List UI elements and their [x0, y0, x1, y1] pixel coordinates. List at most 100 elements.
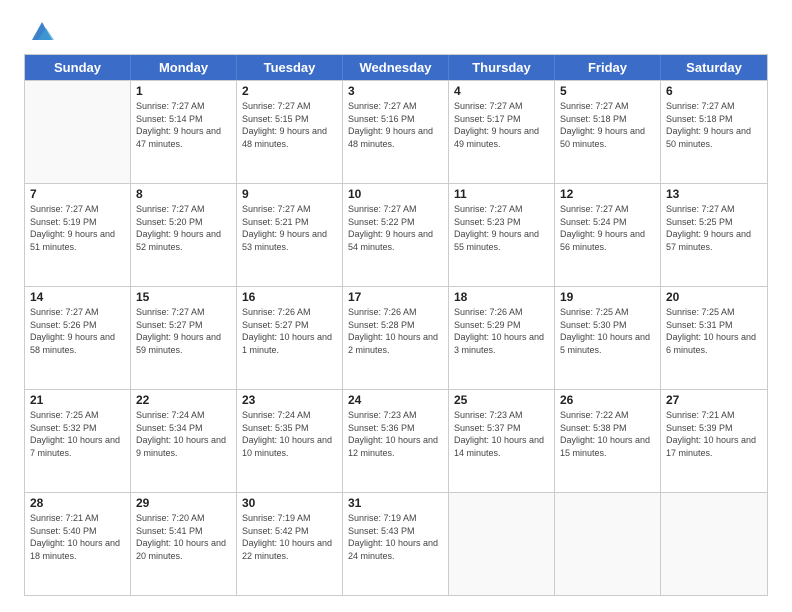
day-number: 5 [560, 84, 655, 98]
calendar-cell: 17Sunrise: 7:26 AMSunset: 5:28 PMDayligh… [343, 287, 449, 389]
day-info: Sunrise: 7:19 AMSunset: 5:42 PMDaylight:… [242, 512, 337, 562]
calendar-cell: 27 Sunrise: 7:21 AMSunset: 5:39 PMDayligh… [661, 390, 767, 492]
day-number: 19 [560, 290, 655, 304]
calendar-header: SundayMondayTuesdayWednesdayThursdayFrid… [25, 55, 767, 80]
calendar-cell: 15 Sunrise: 7:27 AMSunset: 5:27 PMDayligh… [131, 287, 237, 389]
day-number: 7 [30, 187, 125, 201]
calendar-cell: 20Sunrise: 7:25 AMSunset: 5:31 PMDayligh… [661, 287, 767, 389]
calendar-cell: 16 Sunrise: 7:26 AMSunset: 5:27 PMDayligh… [237, 287, 343, 389]
day-info: Sunrise: 7:27 AMSunset: 5:23 PMDaylight:… [454, 203, 549, 253]
day-number: 9 [242, 187, 337, 201]
day-number: 31 [348, 496, 443, 510]
day-number: 27 [666, 393, 762, 407]
calendar-row-0: 1 Sunrise: 7:27 AMSunset: 5:14 PMDaylight… [25, 80, 767, 183]
page: SundayMondayTuesdayWednesdayThursdayFrid… [0, 0, 792, 612]
day-number: 24 [348, 393, 443, 407]
day-number: 11 [454, 187, 549, 201]
day-info: Sunrise: 7:23 AMSunset: 5:36 PMDaylight:… [348, 409, 443, 459]
day-info: Sunrise: 7:27 AMSunset: 5:19 PMDaylight:… [30, 203, 125, 253]
day-number: 16 [242, 290, 337, 304]
day-info: Sunrise: 7:19 AMSunset: 5:43 PMDaylight:… [348, 512, 443, 562]
day-info: Sunrise: 7:27 AMSunset: 5:15 PMDaylight:… [242, 100, 337, 150]
day-info: Sunrise: 7:27 AMSunset: 5:27 PMDaylight:… [136, 306, 231, 356]
calendar-cell [661, 493, 767, 595]
day-info: Sunrise: 7:25 AMSunset: 5:30 PMDaylight:… [560, 306, 655, 356]
day-number: 8 [136, 187, 231, 201]
day-info: Sunrise: 7:25 AMSunset: 5:31 PMDaylight:… [666, 306, 762, 356]
calendar-cell: 13Sunrise: 7:27 AMSunset: 5:25 PMDayligh… [661, 184, 767, 286]
day-info: Sunrise: 7:27 AMSunset: 5:17 PMDaylight:… [454, 100, 549, 150]
calendar-cell: 14 Sunrise: 7:27 AMSunset: 5:26 PMDayligh… [25, 287, 131, 389]
calendar-cell: 21 Sunrise: 7:25 AMSunset: 5:32 PMDayligh… [25, 390, 131, 492]
day-number: 29 [136, 496, 231, 510]
header [24, 20, 768, 44]
day-info: Sunrise: 7:27 AMSunset: 5:24 PMDaylight:… [560, 203, 655, 253]
day-number: 28 [30, 496, 125, 510]
calendar-cell: 30 Sunrise: 7:19 AMSunset: 5:42 PMDayligh… [237, 493, 343, 595]
day-info: Sunrise: 7:24 AMSunset: 5:35 PMDaylight:… [242, 409, 337, 459]
day-info: Sunrise: 7:24 AMSunset: 5:34 PMDaylight:… [136, 409, 231, 459]
calendar: SundayMondayTuesdayWednesdayThursdayFrid… [24, 54, 768, 596]
day-info: Sunrise: 7:27 AMSunset: 5:14 PMDaylight:… [136, 100, 231, 150]
day-info: Sunrise: 7:27 AMSunset: 5:26 PMDaylight:… [30, 306, 125, 356]
weekday-header-tuesday: Tuesday [237, 55, 343, 80]
calendar-cell: 2 Sunrise: 7:27 AMSunset: 5:15 PMDaylight… [237, 81, 343, 183]
day-number: 10 [348, 187, 443, 201]
day-number: 23 [242, 393, 337, 407]
day-info: Sunrise: 7:25 AMSunset: 5:32 PMDaylight:… [30, 409, 125, 459]
calendar-cell: 7 Sunrise: 7:27 AMSunset: 5:19 PMDaylight… [25, 184, 131, 286]
calendar-cell: 29 Sunrise: 7:20 AMSunset: 5:41 PMDayligh… [131, 493, 237, 595]
calendar-cell: 28Sunrise: 7:21 AMSunset: 5:40 PMDayligh… [25, 493, 131, 595]
day-number: 18 [454, 290, 549, 304]
calendar-row-1: 7 Sunrise: 7:27 AMSunset: 5:19 PMDaylight… [25, 183, 767, 286]
day-number: 13 [666, 187, 762, 201]
weekday-header-wednesday: Wednesday [343, 55, 449, 80]
calendar-cell: 1 Sunrise: 7:27 AMSunset: 5:14 PMDaylight… [131, 81, 237, 183]
calendar-cell [449, 493, 555, 595]
day-number: 4 [454, 84, 549, 98]
calendar-cell [555, 493, 661, 595]
calendar-cell: 5Sunrise: 7:27 AMSunset: 5:18 PMDaylight… [555, 81, 661, 183]
day-number: 30 [242, 496, 337, 510]
day-info: Sunrise: 7:26 AMSunset: 5:27 PMDaylight:… [242, 306, 337, 356]
day-info: Sunrise: 7:21 AMSunset: 5:39 PMDaylight:… [666, 409, 762, 459]
weekday-header-saturday: Saturday [661, 55, 767, 80]
calendar-cell: 19 Sunrise: 7:25 AMSunset: 5:30 PMDayligh… [555, 287, 661, 389]
day-number: 12 [560, 187, 655, 201]
logo-icon [28, 16, 56, 44]
day-info: Sunrise: 7:26 AMSunset: 5:28 PMDaylight:… [348, 306, 443, 356]
day-info: Sunrise: 7:27 AMSunset: 5:20 PMDaylight:… [136, 203, 231, 253]
day-number: 15 [136, 290, 231, 304]
weekday-header-monday: Monday [131, 55, 237, 80]
day-info: Sunrise: 7:22 AMSunset: 5:38 PMDaylight:… [560, 409, 655, 459]
day-number: 21 [30, 393, 125, 407]
calendar-row-2: 14 Sunrise: 7:27 AMSunset: 5:26 PMDayligh… [25, 286, 767, 389]
calendar-cell: 22 Sunrise: 7:24 AMSunset: 5:34 PMDayligh… [131, 390, 237, 492]
day-info: Sunrise: 7:23 AMSunset: 5:37 PMDaylight:… [454, 409, 549, 459]
calendar-cell: 8 Sunrise: 7:27 AMSunset: 5:20 PMDaylight… [131, 184, 237, 286]
day-info: Sunrise: 7:27 AMSunset: 5:16 PMDaylight:… [348, 100, 443, 150]
calendar-cell: 4 Sunrise: 7:27 AMSunset: 5:17 PMDaylight… [449, 81, 555, 183]
day-number: 6 [666, 84, 762, 98]
calendar-body: 1 Sunrise: 7:27 AMSunset: 5:14 PMDaylight… [25, 80, 767, 595]
day-info: Sunrise: 7:27 AMSunset: 5:22 PMDaylight:… [348, 203, 443, 253]
calendar-row-3: 21 Sunrise: 7:25 AMSunset: 5:32 PMDayligh… [25, 389, 767, 492]
calendar-cell: 24 Sunrise: 7:23 AMSunset: 5:36 PMDayligh… [343, 390, 449, 492]
day-number: 22 [136, 393, 231, 407]
calendar-cell [25, 81, 131, 183]
day-number: 2 [242, 84, 337, 98]
day-number: 25 [454, 393, 549, 407]
day-number: 14 [30, 290, 125, 304]
day-number: 26 [560, 393, 655, 407]
day-info: Sunrise: 7:20 AMSunset: 5:41 PMDaylight:… [136, 512, 231, 562]
calendar-cell: 11 Sunrise: 7:27 AMSunset: 5:23 PMDayligh… [449, 184, 555, 286]
calendar-cell: 25 Sunrise: 7:23 AMSunset: 5:37 PMDayligh… [449, 390, 555, 492]
calendar-cell: 26 Sunrise: 7:22 AMSunset: 5:38 PMDayligh… [555, 390, 661, 492]
day-number: 1 [136, 84, 231, 98]
day-info: Sunrise: 7:27 AMSunset: 5:18 PMDaylight:… [666, 100, 762, 150]
calendar-cell: 10 Sunrise: 7:27 AMSunset: 5:22 PMDayligh… [343, 184, 449, 286]
calendar-cell: 23 Sunrise: 7:24 AMSunset: 5:35 PMDayligh… [237, 390, 343, 492]
weekday-header-friday: Friday [555, 55, 661, 80]
weekday-header-sunday: Sunday [25, 55, 131, 80]
calendar-cell: 12 Sunrise: 7:27 AMSunset: 5:24 PMDayligh… [555, 184, 661, 286]
